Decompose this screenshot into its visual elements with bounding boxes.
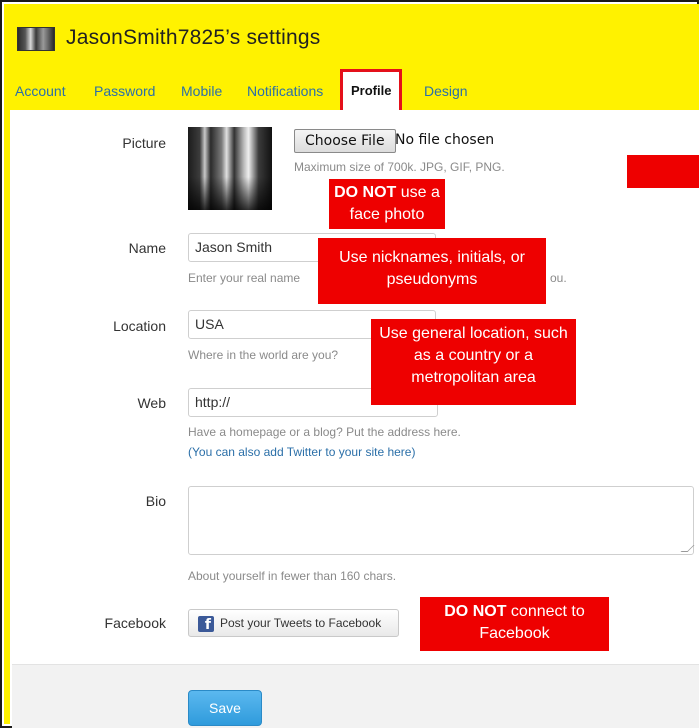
screenshot-frame: JasonSmith7825’s settings Account Passwo… xyxy=(0,0,699,728)
facebook-icon: f xyxy=(198,616,214,633)
callout-name-text: Use nicknames, initials, or pseudonyms xyxy=(339,249,525,288)
save-button[interactable]: Save xyxy=(188,690,262,726)
name-hint-end: ou. xyxy=(550,271,567,285)
form-footer: Save xyxy=(12,665,699,728)
bio-label: Bio xyxy=(145,493,166,509)
name-hint: Enter your real name xyxy=(188,271,301,285)
web-hint: Have a homepage or a blog? Put the addre… xyxy=(188,425,461,439)
facebook-button-label: Post your Tweets to Facebook xyxy=(220,616,382,630)
user-avatar xyxy=(17,27,55,51)
facebook-label: Facebook xyxy=(104,615,166,631)
tab-design[interactable]: Design xyxy=(424,80,468,102)
tab-mobile[interactable]: Mobile xyxy=(181,80,222,102)
callout-photo: DO NOT use a face photo xyxy=(329,179,445,229)
add-twitter-link[interactable]: (You can also add Twitter to your site h… xyxy=(188,445,415,459)
name-label: Name xyxy=(128,240,166,256)
callout-facebook: DO NOT connect to Facebook xyxy=(420,597,609,651)
no-file-chosen-text: No file chosen xyxy=(395,132,495,148)
profile-photo xyxy=(188,127,272,210)
location-hint: Where in the world are you? xyxy=(188,348,339,362)
choose-file-button[interactable]: Choose File xyxy=(294,129,396,153)
callout-name: Use nicknames, initials, or pseudonyms xyxy=(318,238,546,304)
picture-hint: Maximum size of 700k. JPG, GIF, PNG. xyxy=(294,160,505,174)
tab-notifications[interactable]: Notifications xyxy=(247,80,323,102)
callout-location-text: Use general location, such as a country … xyxy=(379,325,568,386)
location-label: Location xyxy=(113,318,166,334)
tab-profile[interactable]: Profile xyxy=(340,69,403,113)
picture-label: Picture xyxy=(122,135,166,151)
callout-location: Use general location, such as a country … xyxy=(371,319,576,405)
bio-textarea[interactable] xyxy=(188,486,695,555)
callout-red-marker xyxy=(627,155,699,188)
header-highlight: JasonSmith7825’s settings Account Passwo… xyxy=(4,4,699,113)
page-title: JasonSmith7825’s settings xyxy=(66,26,321,49)
callout-photo-strong: DO NOT xyxy=(334,184,397,201)
post-tweets-to-facebook-button[interactable]: f Post your Tweets to Facebook xyxy=(188,609,399,637)
tab-password[interactable]: Password xyxy=(94,80,155,102)
callout-facebook-strong: DO NOT xyxy=(444,603,507,620)
resize-grip-icon[interactable] xyxy=(680,545,695,552)
bio-hint: About yourself in fewer than 160 chars. xyxy=(188,569,397,583)
web-label: Web xyxy=(137,395,166,411)
tab-account[interactable]: Account xyxy=(15,80,66,102)
